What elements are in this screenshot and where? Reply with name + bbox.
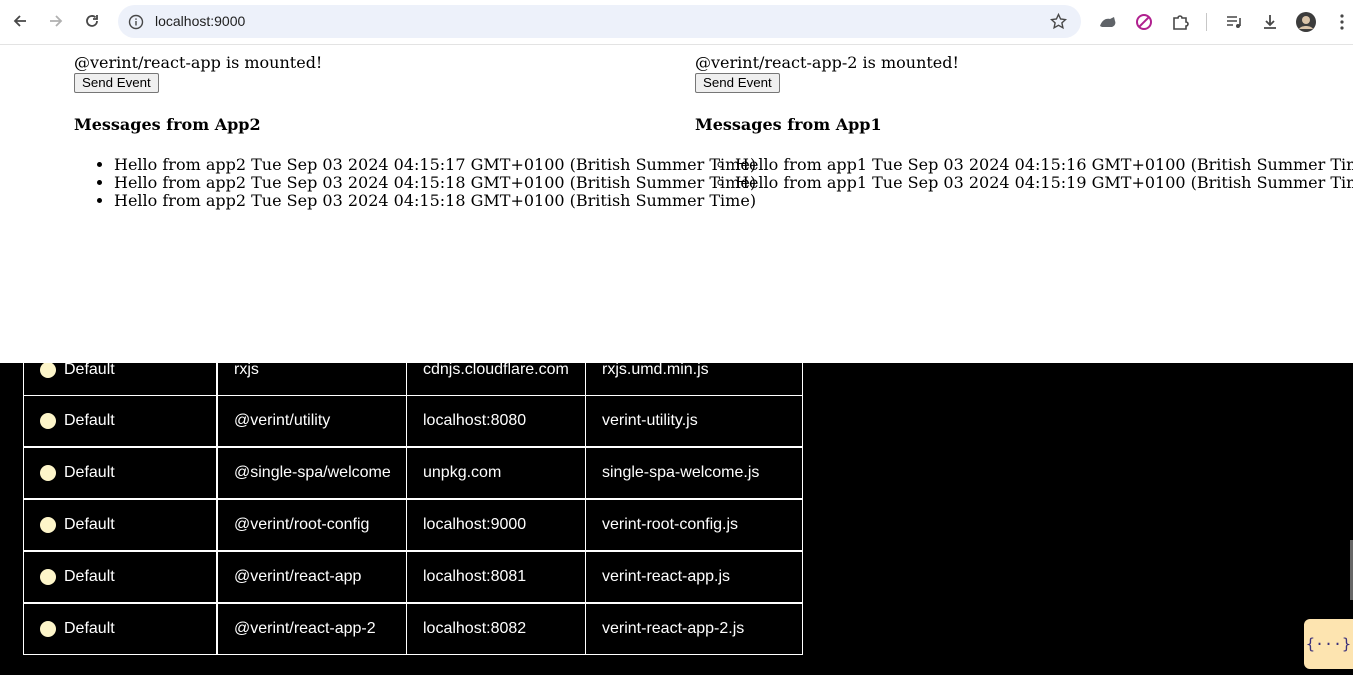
status-cell: Default — [23, 395, 217, 447]
file-cell: verint-root-config.js — [585, 499, 803, 551]
host-cell: localhost:8081 — [406, 551, 586, 603]
status-dot-icon — [40, 621, 56, 637]
extension-animal-icon[interactable] — [1097, 11, 1119, 33]
host-cell: cdnjs.cloudflare.com — [406, 363, 586, 396]
status-dot-icon — [40, 413, 56, 429]
list-item: Hello from app2 Tue Sep 03 2024 04:15:17… — [114, 156, 756, 174]
react-app-2: @verint/react-app-2 is mounted! Send Eve… — [695, 54, 1353, 192]
status-label: Default — [64, 516, 115, 533]
file-cell: single-spa-welcome.js — [585, 447, 803, 499]
file-cell: verint-react-app-2.js — [585, 603, 803, 655]
module-name-cell: @verint/root-config — [217, 499, 407, 551]
status-label: Default — [64, 620, 115, 637]
react-app-1: @verint/react-app is mounted! Send Event… — [74, 54, 756, 210]
status-cell: Default — [23, 603, 217, 655]
module-name-cell: @single-spa/welcome — [217, 447, 407, 499]
send-event-button[interactable]: Send Event — [695, 73, 780, 93]
module-name-cell: @verint/react-app — [217, 551, 407, 603]
import-map-overrides-panel: Default rxjs cdnjs.cloudflare.com rxjs.u… — [0, 363, 1353, 675]
browser-toolbar: localhost:9000 — [0, 0, 1353, 45]
messages-list: Hello from app2 Tue Sep 03 2024 04:15:17… — [74, 156, 756, 210]
mounted-message: @verint/react-app is mounted! — [74, 53, 323, 72]
mounted-message: @verint/react-app-2 is mounted! — [695, 53, 959, 72]
status-cell: Default — [23, 551, 217, 603]
status-label: Default — [64, 363, 115, 378]
download-icon[interactable] — [1259, 11, 1281, 33]
media-queue-icon[interactable] — [1223, 11, 1245, 33]
list-item: Hello from app2 Tue Sep 03 2024 04:15:18… — [114, 192, 756, 210]
reload-icon[interactable] — [80, 9, 104, 33]
status-dot-icon — [40, 569, 56, 585]
forward-icon[interactable] — [44, 9, 68, 33]
back-icon[interactable] — [8, 9, 32, 33]
toolbar-separator — [1206, 13, 1207, 31]
messages-heading: Messages from App2 — [74, 115, 261, 134]
module-name-cell: @verint/react-app-2 — [217, 603, 407, 655]
status-cell: Default — [23, 363, 217, 396]
list-item: Hello from app1 Tue Sep 03 2024 04:15:19… — [735, 174, 1353, 192]
status-dot-icon — [40, 465, 56, 481]
page-content: @verint/react-app is mounted! Send Event… — [0, 46, 1353, 363]
status-dot-icon — [40, 517, 56, 533]
file-cell: verint-react-app.js — [585, 551, 803, 603]
menu-kebab-icon[interactable] — [1331, 11, 1353, 33]
host-cell: localhost:9000 — [406, 499, 586, 551]
extension-block-icon[interactable] — [1133, 11, 1155, 33]
module-name-cell: @verint/utility — [217, 395, 407, 447]
status-dot-icon — [40, 363, 56, 378]
list-item: Hello from app1 Tue Sep 03 2024 04:15:16… — [735, 156, 1353, 174]
messages-list: Hello from app1 Tue Sep 03 2024 04:15:16… — [695, 156, 1353, 192]
file-cell: verint-utility.js — [585, 395, 803, 447]
status-cell: Default — [23, 447, 217, 499]
send-event-button[interactable]: Send Event — [74, 73, 159, 93]
site-info-icon[interactable] — [128, 14, 144, 34]
host-cell: unpkg.com — [406, 447, 586, 499]
status-cell: Default — [23, 499, 217, 551]
bookmark-star-icon[interactable] — [1049, 12, 1068, 34]
extensions-puzzle-icon[interactable] — [1169, 11, 1191, 33]
status-label: Default — [64, 412, 115, 429]
messages-heading: Messages from App1 — [695, 115, 882, 134]
status-label: Default — [64, 568, 115, 585]
host-cell: localhost:8080 — [406, 395, 586, 447]
url-text: localhost:9000 — [155, 13, 246, 29]
import-map-devtools-toggle-button[interactable]: {···} — [1304, 619, 1353, 669]
host-cell: localhost:8082 — [406, 603, 586, 655]
module-name-cell: rxjs — [217, 363, 407, 396]
status-label: Default — [64, 464, 115, 481]
profile-avatar-icon[interactable] — [1295, 11, 1317, 33]
list-item: Hello from app2 Tue Sep 03 2024 04:15:18… — [114, 174, 756, 192]
file-cell: rxjs.umd.min.js — [585, 363, 803, 396]
address-bar[interactable]: localhost:9000 — [118, 5, 1081, 38]
